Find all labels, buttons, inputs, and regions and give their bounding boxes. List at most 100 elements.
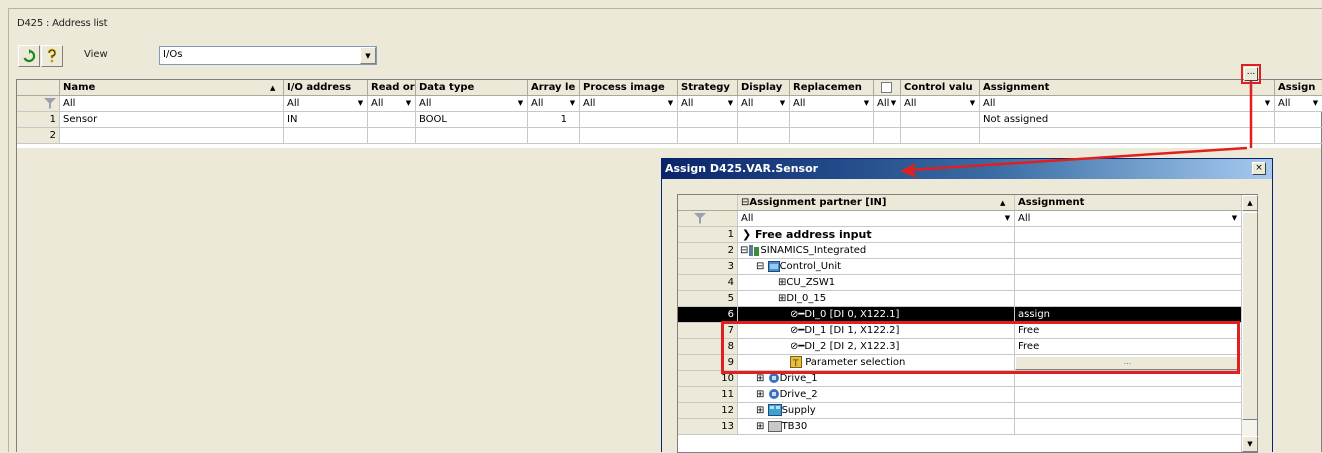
header-strategy[interactable]: Strategy	[678, 80, 738, 96]
cell-assignment[interactable]	[1015, 419, 1242, 435]
tree-row[interactable]: 4 ⊞CU_ZSW1	[678, 275, 1242, 291]
tree-item-free-address[interactable]: ❯ Free address input	[738, 227, 1015, 243]
cell-replacement[interactable]	[790, 128, 874, 144]
expand-icon[interactable]: ⊞	[756, 421, 764, 432]
header-io-address[interactable]: I/O address	[284, 80, 368, 96]
filter-assign-extra[interactable]: All ▼	[1275, 96, 1322, 112]
header-data-type[interactable]: Data type	[416, 80, 528, 96]
expand-icon[interactable]: ⊞	[756, 405, 764, 416]
chevron-down-icon[interactable]: ▼	[360, 47, 376, 64]
collapse-icon[interactable]: ⊟	[740, 245, 748, 256]
cell-array-length[interactable]: 1	[528, 112, 580, 128]
filter-partner[interactable]: All ▼	[738, 211, 1015, 227]
cell-assignment[interactable]	[1015, 275, 1242, 291]
scroll-down-icon[interactable]: ▼	[1242, 436, 1258, 452]
chevron-down-icon[interactable]: ▼	[1002, 213, 1013, 224]
header-replacement[interactable]: Replacemen	[790, 80, 874, 96]
cell-display[interactable]	[738, 112, 790, 128]
cell-assign-extra[interactable]	[1275, 128, 1322, 144]
vertical-scrollbar[interactable]: ▲ ▼	[1241, 195, 1258, 452]
filter-replacement[interactable]: All ▼	[790, 96, 874, 112]
tree-item-cu-zsw1[interactable]: ⊞CU_ZSW1	[738, 275, 1015, 291]
tree-row[interactable]: 1 ❯ Free address input	[678, 227, 1242, 243]
chevron-down-icon[interactable]: ▼	[665, 98, 676, 109]
tree-row[interactable]: 2 ⊟ SINAMICS_Integrated	[678, 243, 1242, 259]
cell-display[interactable]	[738, 128, 790, 144]
chevron-down-icon[interactable]: ▼	[967, 98, 978, 109]
chevron-down-icon[interactable]: ▼	[888, 98, 899, 109]
cell-assignment[interactable]: Not assigned	[980, 112, 1275, 128]
filter-strategy[interactable]: All ▼	[678, 96, 738, 112]
dialog-title-bar[interactable]: Assign D425.VAR.Sensor	[662, 159, 1272, 179]
header-checkbox-col[interactable]	[874, 80, 901, 96]
cell-assign-extra[interactable]	[1275, 112, 1322, 128]
header-name[interactable]: Name ▲	[60, 80, 284, 96]
cell-control-value[interactable]	[901, 112, 980, 128]
help-button[interactable]	[41, 45, 63, 67]
cell-name[interactable]: Sensor	[60, 112, 284, 128]
chevron-down-icon[interactable]: ▼	[567, 98, 578, 109]
header-read-only[interactable]: Read or	[368, 80, 416, 96]
cell-io-address[interactable]: IN	[284, 112, 368, 128]
header-display[interactable]: Display	[738, 80, 790, 96]
cell-checkbox[interactable]	[874, 112, 901, 128]
table-row[interactable]: 1 Sensor IN BOOL 1 Not assigned	[17, 112, 1322, 128]
collapse-icon[interactable]: ⊟	[756, 261, 764, 272]
chevron-down-icon[interactable]: ▼	[1262, 98, 1273, 109]
refresh-button[interactable]	[18, 45, 40, 67]
cell-array-length[interactable]	[528, 128, 580, 144]
chevron-down-icon[interactable]: ▼	[403, 98, 414, 109]
table-row[interactable]: 2	[17, 128, 1322, 144]
cell-read-only[interactable]	[368, 128, 416, 144]
chevron-down-icon[interactable]: ▼	[1229, 213, 1240, 224]
cell-replacement[interactable]	[790, 112, 874, 128]
cell-name[interactable]	[60, 128, 284, 144]
tree-row[interactable]: 13 ⊞ TB30	[678, 419, 1242, 435]
chevron-down-icon[interactable]: ▼	[355, 98, 366, 109]
filter-display[interactable]: All ▼	[738, 96, 790, 112]
tree-row[interactable]: 11 ⊞ Drive_2	[678, 387, 1242, 403]
filter-io-address[interactable]: All ▼	[284, 96, 368, 112]
scroll-up-icon[interactable]: ▲	[1242, 195, 1258, 211]
cell-strategy[interactable]	[678, 128, 738, 144]
cell-assignment[interactable]	[1015, 291, 1242, 307]
chevron-down-icon[interactable]: ▼	[777, 98, 788, 109]
cell-read-only[interactable]	[368, 112, 416, 128]
header-assign-extra[interactable]: Assign	[1275, 80, 1322, 96]
header-assignment-partner[interactable]: ⊟Assignment partner [IN] ▲	[738, 195, 1015, 211]
chevron-down-icon[interactable]: ▼	[725, 98, 736, 109]
filter-read-only[interactable]: All ▼	[368, 96, 416, 112]
header-assignment[interactable]: Assignment	[980, 80, 1275, 96]
cell-assignment[interactable]	[1015, 259, 1242, 275]
tree-item-drive-2[interactable]: ⊞ Drive_2	[738, 387, 1015, 403]
tree-item-di-0-15[interactable]: ⊞DI_0_15	[738, 291, 1015, 307]
header-checkbox[interactable]	[881, 81, 892, 93]
tree-row[interactable]: 5 ⊞DI_0_15	[678, 291, 1242, 307]
scroll-thumb[interactable]	[1242, 212, 1258, 420]
close-icon[interactable]: ×	[1252, 162, 1266, 175]
filter-data-type[interactable]: All ▼	[416, 96, 528, 112]
tree-item-supply[interactable]: ⊞ Supply	[738, 403, 1015, 419]
cell-assignment[interactable]	[1015, 403, 1242, 419]
cell-assignment[interactable]	[980, 128, 1275, 144]
header-array-length[interactable]: Array le	[528, 80, 580, 96]
cell-assignment[interactable]	[1015, 387, 1242, 403]
header-assignment[interactable]: Assignment	[1015, 195, 1242, 211]
cell-checkbox[interactable]	[874, 128, 901, 144]
tree-row[interactable]: 3 ⊟ Control_Unit	[678, 259, 1242, 275]
filter-assignment[interactable]: All ▼	[980, 96, 1275, 112]
filter-process-image[interactable]: All ▼	[580, 96, 678, 112]
cell-data-type[interactable]: BOOL	[416, 112, 528, 128]
filter-name[interactable]: All	[60, 96, 284, 112]
view-select[interactable]: I/Os ▼	[159, 46, 377, 65]
tree-item-control-unit[interactable]: ⊟ Control_Unit	[738, 259, 1015, 275]
filter-assignment[interactable]: All ▼	[1015, 211, 1242, 227]
cell-strategy[interactable]	[678, 112, 738, 128]
cell-assignment[interactable]	[1015, 227, 1242, 243]
cell-control-value[interactable]	[901, 128, 980, 144]
header-process-image[interactable]: Process image	[580, 80, 678, 96]
chevron-down-icon[interactable]: ▼	[515, 98, 526, 109]
expand-icon[interactable]: ⊞	[756, 389, 764, 400]
cell-assignment[interactable]	[1015, 243, 1242, 259]
chevron-down-icon[interactable]: ▼	[861, 98, 872, 109]
